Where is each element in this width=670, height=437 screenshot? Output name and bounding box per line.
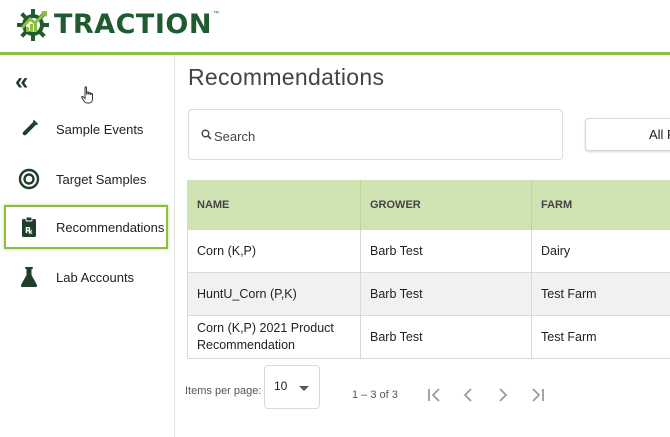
filter-button-label: All F bbox=[649, 127, 670, 142]
caret-down-icon bbox=[299, 386, 309, 391]
cell-grower: Barb Test bbox=[361, 230, 532, 272]
sidebar-item-recommendations[interactable]: R Recommendations bbox=[4, 205, 168, 249]
page-title: Recommendations bbox=[188, 64, 385, 90]
traction-logo[interactable]: TRACTION ™ bbox=[16, 7, 219, 43]
cell-name: Corn (K,P) 2021 Product Recommendation bbox=[188, 316, 361, 358]
table-row[interactable]: Corn (K,P) Barb Test Dairy bbox=[188, 230, 670, 273]
table-header-row: NAME GROWER FARM bbox=[188, 180, 670, 230]
first-page-icon bbox=[428, 388, 440, 402]
cell-grower: Barb Test bbox=[361, 273, 532, 315]
chevron-left-icon bbox=[463, 388, 472, 402]
filter-dropdown-button[interactable]: All F bbox=[585, 118, 670, 151]
svg-text:R: R bbox=[25, 226, 31, 235]
cell-farm: Test Farm bbox=[541, 329, 597, 344]
items-per-page-label: Items per page: bbox=[185, 385, 262, 397]
trademark: ™ bbox=[212, 11, 219, 17]
last-page-button[interactable] bbox=[527, 384, 549, 406]
cell-name: HuntU_Corn (P,K) bbox=[188, 273, 361, 315]
items-per-page-select[interactable]: 10 bbox=[264, 365, 320, 409]
last-page-icon bbox=[532, 388, 544, 402]
hand-pointer-cursor-icon bbox=[81, 86, 93, 104]
cell-name: Corn (K,P) bbox=[188, 230, 361, 272]
column-header-farm[interactable]: FARM bbox=[532, 180, 670, 230]
cell-farm: Test Farm bbox=[541, 286, 597, 301]
sidebar-item-target-samples[interactable]: Target Samples bbox=[4, 157, 168, 201]
flask-icon bbox=[17, 265, 41, 289]
gear-growth-logo-icon bbox=[17, 9, 49, 41]
test-tube-icon bbox=[17, 117, 41, 141]
chevron-right-icon bbox=[499, 388, 508, 402]
target-icon bbox=[17, 167, 41, 191]
search-input[interactable] bbox=[212, 124, 546, 148]
sidebar-item-lab-accounts[interactable]: Lab Accounts bbox=[4, 255, 168, 299]
sidebar-item-label: Sample Events bbox=[56, 121, 144, 137]
app-header: TRACTION ™ bbox=[0, 0, 670, 52]
next-page-button[interactable] bbox=[492, 384, 514, 406]
search-field[interactable] bbox=[188, 109, 563, 160]
clipboard-rx-icon: R bbox=[17, 215, 41, 239]
sidebar-item-label: Target Samples bbox=[56, 171, 147, 187]
brand-name: TRACTION bbox=[54, 9, 212, 40]
page-size-value: 10 bbox=[274, 379, 288, 393]
column-header-grower[interactable]: GROWER bbox=[361, 180, 532, 230]
search-icon bbox=[201, 129, 212, 140]
collapse-sidebar-button[interactable]: « bbox=[15, 70, 28, 94]
recommendations-table: NAME GROWER FARM Corn (K,P) Barb Test Da… bbox=[187, 180, 670, 359]
previous-page-button[interactable] bbox=[457, 384, 479, 406]
double-chevron-left-icon: « bbox=[15, 68, 29, 95]
first-page-button[interactable] bbox=[423, 384, 445, 406]
sidebar-item-sample-events[interactable]: Sample Events bbox=[4, 107, 168, 151]
sidebar-item-label: Lab Accounts bbox=[56, 269, 135, 285]
cell-farm: Dairy bbox=[541, 243, 571, 258]
page-range-label: 1 – 3 of 3 bbox=[352, 389, 398, 401]
cell-grower: Barb Test bbox=[361, 316, 532, 358]
sidebar: « Sample Events Target Samples R Recomme… bbox=[0, 55, 175, 437]
table-row[interactable]: Corn (K,P) 2021 Product Recommendation B… bbox=[188, 316, 670, 359]
column-header-name[interactable]: NAME bbox=[188, 180, 361, 230]
sidebar-item-label: Recommendations bbox=[56, 219, 165, 235]
table-row[interactable]: HuntU_Corn (P,K) Barb Test Test Farm bbox=[188, 273, 670, 316]
